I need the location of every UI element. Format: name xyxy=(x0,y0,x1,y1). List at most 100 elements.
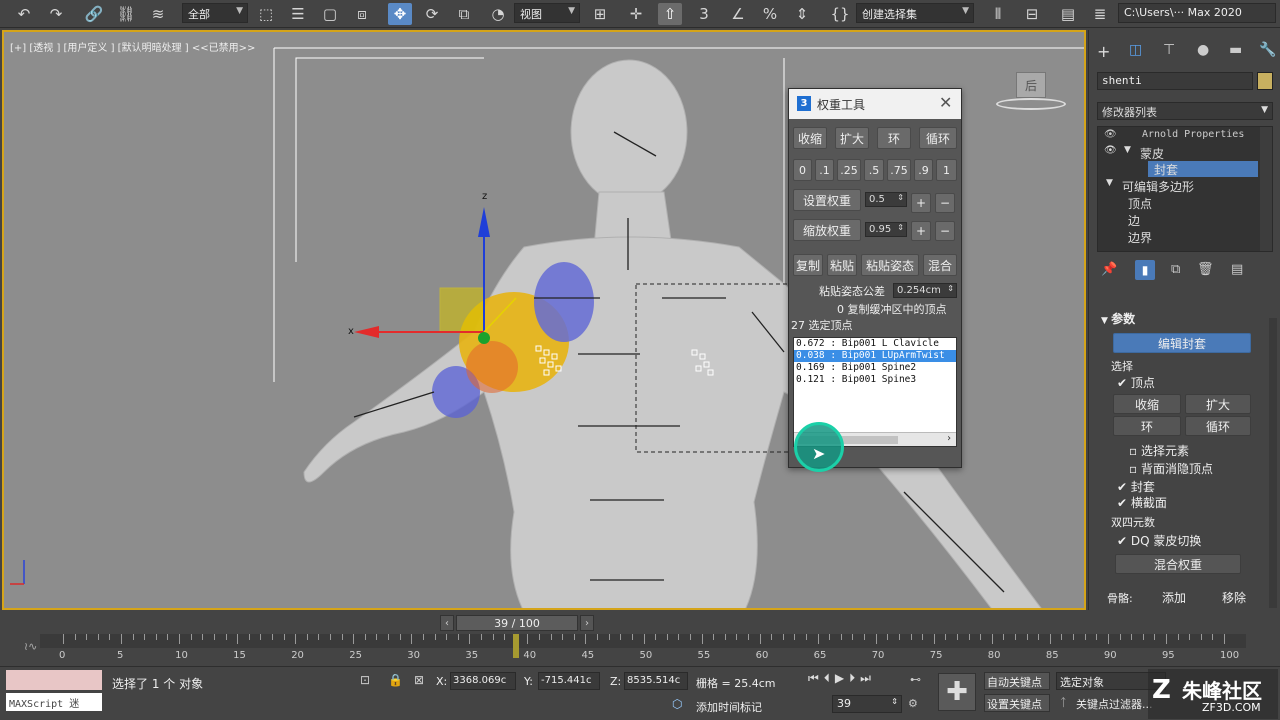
scale-weight-plus-button[interactable]: + xyxy=(911,221,931,241)
set-key-big-icon[interactable]: ✚ xyxy=(938,673,976,711)
object-name-field[interactable]: shenti xyxy=(1097,72,1253,90)
list-item[interactable]: 0.121 : Bip001 Spine3 xyxy=(794,374,956,386)
unlink-icon[interactable]: ⛓ xyxy=(114,3,138,25)
grow-button-panel[interactable]: 扩大 xyxy=(1185,394,1251,414)
scale-weight-minus-button[interactable]: − xyxy=(935,221,955,241)
preset-09-button[interactable]: .9 xyxy=(914,159,933,181)
add-time-tag[interactable]: 添加时间标记 xyxy=(696,699,762,715)
redo-icon[interactable]: ↷ xyxy=(44,3,68,25)
stack-item-edge[interactable]: 边 xyxy=(1128,212,1140,228)
current-frame-spinner[interactable]: 39 ⇕ xyxy=(832,695,902,713)
modifier-list-dropdown[interactable]: 修改器列表 ▼ xyxy=(1097,102,1273,120)
backface-cull-checkbox[interactable]: ▫ 背面消隐顶点 xyxy=(1129,460,1213,477)
eye-icon[interactable]: 👁 xyxy=(1104,129,1117,140)
stack-item-editable-poly[interactable]: ▼ 可编辑多边形 xyxy=(1102,178,1258,194)
list-item[interactable]: 0.169 : Bip001 Spine2 xyxy=(794,362,956,374)
trackbar[interactable]: 0 5 10 15 20 25 30 35 40 45 50 55 60 65 70 75 80 85 90 95 10… xyxy=(0,634,1280,664)
stack-item-skin[interactable]: 👁 ▼ 蒙皮 xyxy=(1102,145,1258,161)
y-coordinate-field[interactable]: -715.441c xyxy=(538,672,600,690)
preset-01-button[interactable]: .1 xyxy=(815,159,834,181)
undo-icon[interactable]: ↶ xyxy=(12,3,36,25)
rect-selection-icon[interactable]: ▢ xyxy=(318,3,342,25)
next-frame-icon[interactable]: ⏵ xyxy=(849,671,855,691)
rotate-icon[interactable]: ⟳ xyxy=(420,3,444,25)
remove-bone-button[interactable]: 移除 xyxy=(1211,587,1257,607)
paste-pose-button[interactable]: 粘贴姿态 xyxy=(861,254,919,276)
angle-snap-icon[interactable]: ∠ xyxy=(726,3,750,25)
scale-weight-button[interactable]: 缩放权重 xyxy=(793,219,861,241)
list-item-selected[interactable]: 0.038 : Bip001 LUpArmTwist xyxy=(794,350,956,362)
chevron-right-icon[interactable]: › xyxy=(946,433,952,444)
time-slider-prev-icon[interactable]: ‹ xyxy=(440,615,454,631)
ring-button[interactable]: 环 xyxy=(877,127,911,149)
params-rollout-header[interactable]: ▼ 参数 xyxy=(1101,310,1135,327)
stack-item-vertex[interactable]: 顶点 xyxy=(1128,195,1152,211)
key-filters-button[interactable]: 关键点过滤器... xyxy=(1076,696,1153,712)
preset-0-button[interactable]: 0 xyxy=(793,159,812,181)
viewcube-ring[interactable] xyxy=(996,98,1066,110)
lock-icon[interactable]: 🔒 xyxy=(388,673,403,687)
align-icon[interactable]: ⊟ xyxy=(1020,3,1044,25)
scale-weight-spinner[interactable]: 0.95 ⇕ xyxy=(865,222,907,237)
shrink-button-panel[interactable]: 收缩 xyxy=(1113,394,1181,414)
envelope-checkbox[interactable]: ✔ 封套 xyxy=(1117,478,1155,495)
list-item[interactable]: 0.672 : Bip001 L Clavicle xyxy=(794,338,956,350)
mirror-icon[interactable]: ⫴ xyxy=(986,3,1010,25)
set-weight-button[interactable]: 设置权重 xyxy=(793,189,861,211)
edit-envelope-button[interactable]: 编辑封套 xyxy=(1113,333,1251,353)
modify-tab-icon[interactable]: ◫ xyxy=(1129,42,1142,58)
preset-05-button[interactable]: .5 xyxy=(864,159,884,181)
motion-tab-icon[interactable]: ● xyxy=(1197,42,1209,58)
previous-frame-icon[interactable]: ⏴ xyxy=(824,671,830,691)
go-to-end-icon[interactable]: ⏭ xyxy=(860,671,871,691)
eye-icon[interactable]: 👁 xyxy=(1104,145,1117,156)
select-by-name-icon[interactable]: ☰ xyxy=(286,3,310,25)
time-slider[interactable]: 39 / 100 xyxy=(456,615,578,631)
play-icon[interactable]: ▶ xyxy=(835,671,844,691)
link-icon[interactable]: 🔗 xyxy=(82,3,106,25)
grow-button[interactable]: 扩大 xyxy=(835,127,869,149)
maxscript-mini-listener[interactable]: MAXScript 迷 xyxy=(6,693,102,711)
loop-button-panel[interactable]: 循环 xyxy=(1185,416,1251,436)
preset-025-button[interactable]: .25 xyxy=(837,159,861,181)
show-end-result-icon[interactable]: ▮ xyxy=(1135,260,1155,280)
layer-explorer-icon[interactable]: ▤ xyxy=(1056,3,1080,25)
remove-modifier-icon[interactable]: 🗑 xyxy=(1197,262,1214,277)
stack-item-envelope[interactable]: 封套 xyxy=(1148,161,1258,177)
named-selection-dropdown[interactable]: 创建选择集 ▼ xyxy=(856,3,974,23)
create-tab-icon[interactable]: + xyxy=(1097,42,1110,61)
configure-sets-icon[interactable]: ▤ xyxy=(1231,262,1243,277)
project-path[interactable]: C:\Users\··· Max 2020 xyxy=(1118,3,1276,23)
edit-named-sel-icon[interactable]: {} xyxy=(828,3,852,25)
bind-spacewarp-icon[interactable]: ≋ xyxy=(146,3,170,25)
stack-item-arnold[interactable]: 👁 Arnold Properties xyxy=(1102,129,1258,145)
blend-weights-button[interactable]: 混合权重 xyxy=(1115,554,1241,574)
stack-scrollbar[interactable] xyxy=(1260,127,1272,251)
expand-arrow-icon[interactable]: ▼ xyxy=(1124,145,1131,155)
panel-scrollbar[interactable] xyxy=(1269,318,1277,608)
paste-tolerance-spinner[interactable]: 0.254cm ⇕ xyxy=(893,283,957,298)
dialog-titlebar[interactable]: 3 权重工具 ✕ xyxy=(789,89,961,119)
ring-button-panel[interactable]: 环 xyxy=(1113,416,1181,436)
object-color-swatch[interactable] xyxy=(1257,72,1273,90)
move-icon[interactable]: ✥ xyxy=(388,3,412,25)
placement-icon[interactable]: ◔ xyxy=(486,3,510,25)
z-coordinate-field[interactable]: 8535.514c xyxy=(624,672,688,690)
select-manipulate-icon[interactable]: ✛ xyxy=(624,3,648,25)
coord-system-dropdown[interactable]: 视图 ▼ xyxy=(514,3,580,23)
time-config-icon[interactable]: ⚙ xyxy=(908,697,918,710)
preset-075-button[interactable]: .75 xyxy=(887,159,911,181)
time-tag-icon[interactable]: ⬡ xyxy=(672,697,682,711)
stack-item-border[interactable]: 边界 xyxy=(1128,229,1152,245)
pin-stack-icon[interactable]: 📌 xyxy=(1101,262,1117,277)
preset-1-button[interactable]: 1 xyxy=(936,159,957,181)
close-icon[interactable]: ✕ xyxy=(939,93,952,112)
paste-button[interactable]: 粘贴 xyxy=(827,254,857,276)
time-slider-next-icon[interactable]: › xyxy=(580,615,594,631)
select-element-checkbox[interactable]: ▫ 选择元素 xyxy=(1129,442,1189,459)
blend-button[interactable]: 混合 xyxy=(923,254,957,276)
snaps-toggle-icon[interactable]: 3 xyxy=(692,3,716,25)
selection-filter-dropdown[interactable]: 全部 ▼ xyxy=(182,3,248,23)
x-coordinate-field[interactable]: 3368.069c xyxy=(450,672,516,690)
current-frame-marker[interactable] xyxy=(512,634,519,658)
